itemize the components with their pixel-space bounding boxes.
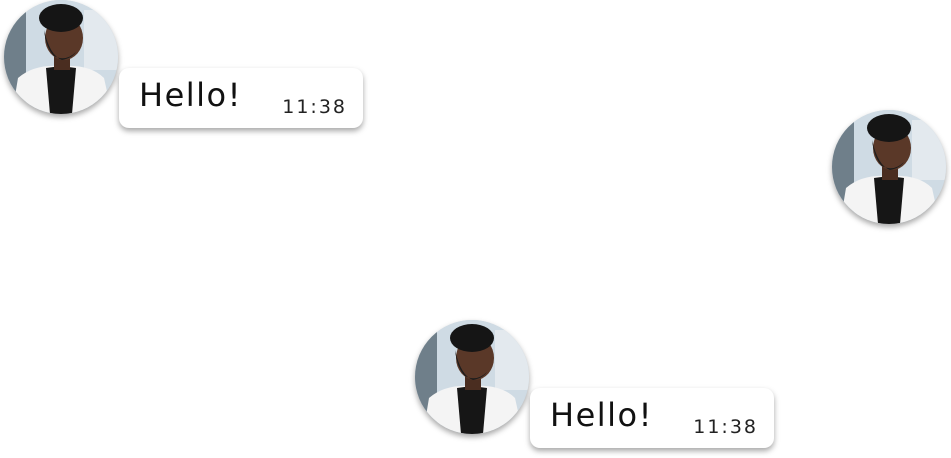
message-bubble[interactable]: Hello! 11:38 — [119, 68, 363, 128]
message-text: Hello! — [139, 76, 242, 114]
avatar-photo — [415, 320, 529, 434]
avatar-photo — [832, 110, 946, 224]
message-bubble[interactable]: Hello! 11:38 — [530, 388, 774, 448]
avatar-photo — [4, 0, 118, 114]
message-time: 11:38 — [693, 416, 758, 438]
avatar[interactable] — [4, 0, 118, 114]
message-text: Hello! — [550, 396, 653, 434]
avatar[interactable] — [415, 320, 529, 434]
message-time: 11:38 — [282, 96, 347, 118]
avatar[interactable] — [832, 110, 946, 224]
